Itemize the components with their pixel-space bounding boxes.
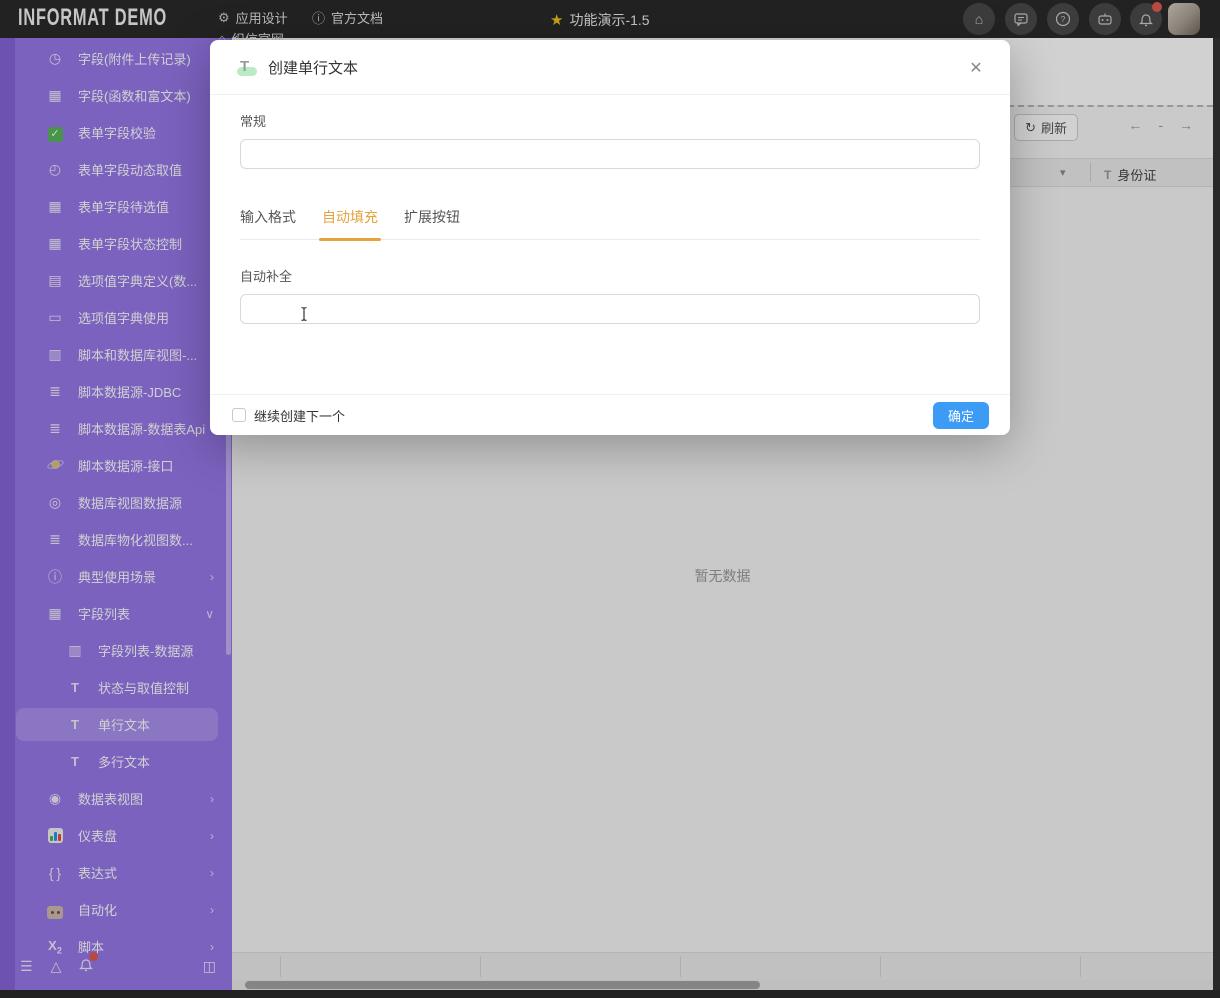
autofill-section: 自动补全: [240, 266, 980, 324]
general-input[interactable]: [240, 139, 980, 169]
close-icon[interactable]: ✕: [964, 56, 988, 80]
general-label: 常规: [240, 111, 980, 130]
modal-tabs: 输入格式 自动填充 扩展按钮: [240, 199, 980, 240]
continue-create-checkbox[interactable]: [232, 408, 246, 422]
modal-header: T 创建单行文本 ✕: [210, 40, 1010, 95]
modal-footer: 继续创建下一个 确定: [210, 394, 1010, 435]
autofill-input[interactable]: [240, 294, 980, 324]
create-text-field-modal: T 创建单行文本 ✕ 常规 输入格式 自动填充 扩展按钮 自动补全: [210, 40, 1010, 435]
text-cursor-icon: [299, 306, 309, 322]
confirm-button[interactable]: 确定: [933, 402, 989, 429]
tab-extend-button[interactable]: 扩展按钮: [404, 199, 460, 239]
app-screen: INFORMAT DEMO ⚙ 应用设计 ⓘ 官方文档 ⌂ 织信官网 ★ 功能演…: [0, 0, 1220, 998]
continue-create-label: 继续创建下一个: [254, 406, 345, 425]
modal-body: 常规 输入格式 自动填充 扩展按钮 自动补全: [210, 95, 1010, 324]
text-field-icon: T: [240, 58, 258, 76]
autofill-label: 自动补全: [240, 266, 980, 285]
tab-input-format[interactable]: 输入格式: [240, 199, 296, 239]
modal-title: 创建单行文本: [268, 57, 358, 78]
tab-autofill[interactable]: 自动填充: [322, 199, 378, 239]
